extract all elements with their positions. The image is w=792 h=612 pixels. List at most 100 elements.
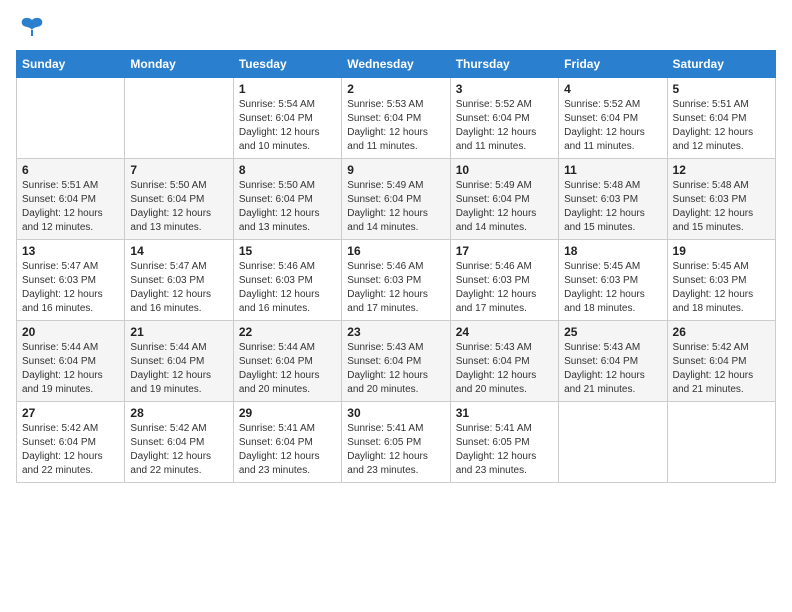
day-detail: Sunrise: 5:47 AM Sunset: 6:03 PM Dayligh… [22, 260, 119, 316]
calendar-cell [125, 78, 233, 159]
day-number: 20 [22, 325, 119, 339]
calendar-cell: 25Sunrise: 5:43 AM Sunset: 6:04 PM Dayli… [559, 321, 667, 402]
calendar-cell: 18 Sunrise: 5:45 AM Sunset: 6:03 PM Dayli… [559, 240, 667, 321]
header-cell-tuesday: Tuesday [233, 51, 341, 78]
day-number: 22 [239, 325, 336, 339]
header-cell-saturday: Saturday [667, 51, 775, 78]
day-detail: Sunrise: 5:46 AM Sunset: 6:03 PM Dayligh… [239, 260, 336, 316]
calendar-cell: 20 Sunrise: 5:44 AM Sunset: 6:04 PM Dayli… [17, 321, 125, 402]
calendar-table: SundayMondayTuesdayWednesdayThursdayFrid… [16, 50, 776, 483]
calendar-cell: 16 Sunrise: 5:46 AM Sunset: 6:03 PM Dayli… [342, 240, 450, 321]
calendar-cell: 3 Sunrise: 5:52 AM Sunset: 6:04 PM Daylig… [450, 78, 558, 159]
day-number: 11 [564, 163, 661, 177]
day-number: 21 [130, 325, 227, 339]
day-number: 26 [673, 325, 770, 339]
day-detail: Sunrise: 5:45 AM Sunset: 6:03 PM Dayligh… [564, 260, 661, 316]
day-detail: Sunrise: 5:44 AM Sunset: 6:04 PM Dayligh… [239, 341, 336, 397]
day-number: 27 [22, 406, 119, 420]
header-cell-wednesday: Wednesday [342, 51, 450, 78]
calendar-cell: 24Sunrise: 5:43 AM Sunset: 6:04 PM Dayli… [450, 321, 558, 402]
calendar-cell: 21 Sunrise: 5:44 AM Sunset: 6:04 PM Dayli… [125, 321, 233, 402]
day-number: 18 [564, 244, 661, 258]
day-detail: Sunrise: 5:52 AM Sunset: 6:04 PM Dayligh… [564, 98, 661, 154]
logo [16, 16, 46, 38]
day-detail: Sunrise: 5:49 AM Sunset: 6:04 PM Dayligh… [456, 179, 553, 235]
day-detail: Sunrise: 5:42 AM Sunset: 6:04 PM Dayligh… [22, 422, 119, 478]
day-number: 25 [564, 325, 661, 339]
day-number: 12 [673, 163, 770, 177]
calendar-header-row: SundayMondayTuesdayWednesdayThursdayFrid… [17, 51, 776, 78]
calendar-cell: 12 Sunrise: 5:48 AM Sunset: 6:03 PM Dayli… [667, 159, 775, 240]
day-number: 14 [130, 244, 227, 258]
day-number: 23 [347, 325, 444, 339]
calendar-cell: 13 Sunrise: 5:47 AM Sunset: 6:03 PM Dayli… [17, 240, 125, 321]
calendar-cell: 22 Sunrise: 5:44 AM Sunset: 6:04 PM Dayli… [233, 321, 341, 402]
day-detail: Sunrise: 5:44 AM Sunset: 6:04 PM Dayligh… [22, 341, 119, 397]
calendar-cell: 6 Sunrise: 5:51 AM Sunset: 6:04 PM Daylig… [17, 159, 125, 240]
day-number: 15 [239, 244, 336, 258]
day-number: 3 [456, 82, 553, 96]
day-detail: Sunrise: 5:48 AM Sunset: 6:03 PM Dayligh… [564, 179, 661, 235]
day-number: 31 [456, 406, 553, 420]
calendar-cell: 27 Sunrise: 5:42 AM Sunset: 6:04 PM Dayli… [17, 402, 125, 483]
day-detail: Sunrise: 5:48 AM Sunset: 6:03 PM Dayligh… [673, 179, 770, 235]
day-detail: Sunrise: 5:51 AM Sunset: 6:04 PM Dayligh… [22, 179, 119, 235]
header [16, 16, 776, 38]
calendar-cell: 23 Sunrise: 5:43 AM Sunset: 6:04 PM Dayli… [342, 321, 450, 402]
calendar-cell: 2Sunrise: 5:53 AM Sunset: 6:04 PM Daylig… [342, 78, 450, 159]
calendar-cell: 30 Sunrise: 5:41 AM Sunset: 6:05 PM Dayli… [342, 402, 450, 483]
day-detail: Sunrise: 5:49 AM Sunset: 6:04 PM Dayligh… [347, 179, 444, 235]
day-number: 30 [347, 406, 444, 420]
day-detail: Sunrise: 5:50 AM Sunset: 6:04 PM Dayligh… [239, 179, 336, 235]
day-number: 7 [130, 163, 227, 177]
day-number: 13 [22, 244, 119, 258]
day-number: 10 [456, 163, 553, 177]
day-number: 6 [22, 163, 119, 177]
day-detail: Sunrise: 5:42 AM Sunset: 6:04 PM Dayligh… [673, 341, 770, 397]
day-number: 24 [456, 325, 553, 339]
day-number: 1 [239, 82, 336, 96]
day-detail: Sunrise: 5:41 AM Sunset: 6:05 PM Dayligh… [347, 422, 444, 478]
calendar-cell: 10 Sunrise: 5:49 AM Sunset: 6:04 PM Dayli… [450, 159, 558, 240]
day-number: 17 [456, 244, 553, 258]
day-detail: Sunrise: 5:44 AM Sunset: 6:04 PM Dayligh… [130, 341, 227, 397]
calendar-week-row: 1 Sunrise: 5:54 AM Sunset: 6:04 PM Daylig… [17, 78, 776, 159]
calendar-cell: 4 Sunrise: 5:52 AM Sunset: 6:04 PM Daylig… [559, 78, 667, 159]
calendar-cell: 5 Sunrise: 5:51 AM Sunset: 6:04 PM Daylig… [667, 78, 775, 159]
day-detail: Sunrise: 5:45 AM Sunset: 6:03 PM Dayligh… [673, 260, 770, 316]
day-number: 9 [347, 163, 444, 177]
day-detail: Sunrise: 5:41 AM Sunset: 6:04 PM Dayligh… [239, 422, 336, 478]
calendar-cell: 29Sunrise: 5:41 AM Sunset: 6:04 PM Dayli… [233, 402, 341, 483]
day-detail: Sunrise: 5:50 AM Sunset: 6:04 PM Dayligh… [130, 179, 227, 235]
day-detail: Sunrise: 5:46 AM Sunset: 6:03 PM Dayligh… [347, 260, 444, 316]
calendar-week-row: 20 Sunrise: 5:44 AM Sunset: 6:04 PM Dayli… [17, 321, 776, 402]
calendar-cell: 17 Sunrise: 5:46 AM Sunset: 6:03 PM Dayli… [450, 240, 558, 321]
calendar-week-row: 13 Sunrise: 5:47 AM Sunset: 6:03 PM Dayli… [17, 240, 776, 321]
calendar-cell: 11 Sunrise: 5:48 AM Sunset: 6:03 PM Dayli… [559, 159, 667, 240]
calendar-cell: 19 Sunrise: 5:45 AM Sunset: 6:03 PM Dayli… [667, 240, 775, 321]
day-detail: Sunrise: 5:54 AM Sunset: 6:04 PM Dayligh… [239, 98, 336, 154]
calendar-cell: 1 Sunrise: 5:54 AM Sunset: 6:04 PM Daylig… [233, 78, 341, 159]
day-detail: Sunrise: 5:47 AM Sunset: 6:03 PM Dayligh… [130, 260, 227, 316]
day-detail: Sunrise: 5:51 AM Sunset: 6:04 PM Dayligh… [673, 98, 770, 154]
logo-bird-icon [18, 16, 46, 38]
calendar-cell: 28Sunrise: 5:42 AM Sunset: 6:04 PM Dayli… [125, 402, 233, 483]
day-number: 5 [673, 82, 770, 96]
day-detail: Sunrise: 5:52 AM Sunset: 6:04 PM Dayligh… [456, 98, 553, 154]
day-detail: Sunrise: 5:53 AM Sunset: 6:04 PM Dayligh… [347, 98, 444, 154]
day-number: 8 [239, 163, 336, 177]
calendar-cell: 7 Sunrise: 5:50 AM Sunset: 6:04 PM Daylig… [125, 159, 233, 240]
header-cell-sunday: Sunday [17, 51, 125, 78]
calendar-cell: 9 Sunrise: 5:49 AM Sunset: 6:04 PM Daylig… [342, 159, 450, 240]
day-number: 28 [130, 406, 227, 420]
day-number: 16 [347, 244, 444, 258]
header-cell-thursday: Thursday [450, 51, 558, 78]
day-number: 19 [673, 244, 770, 258]
day-number: 4 [564, 82, 661, 96]
calendar-cell [559, 402, 667, 483]
calendar-week-row: 6 Sunrise: 5:51 AM Sunset: 6:04 PM Daylig… [17, 159, 776, 240]
day-detail: Sunrise: 5:41 AM Sunset: 6:05 PM Dayligh… [456, 422, 553, 478]
calendar-cell: 26 Sunrise: 5:42 AM Sunset: 6:04 PM Dayli… [667, 321, 775, 402]
day-detail: Sunrise: 5:46 AM Sunset: 6:03 PM Dayligh… [456, 260, 553, 316]
day-detail: Sunrise: 5:43 AM Sunset: 6:04 PM Dayligh… [347, 341, 444, 397]
